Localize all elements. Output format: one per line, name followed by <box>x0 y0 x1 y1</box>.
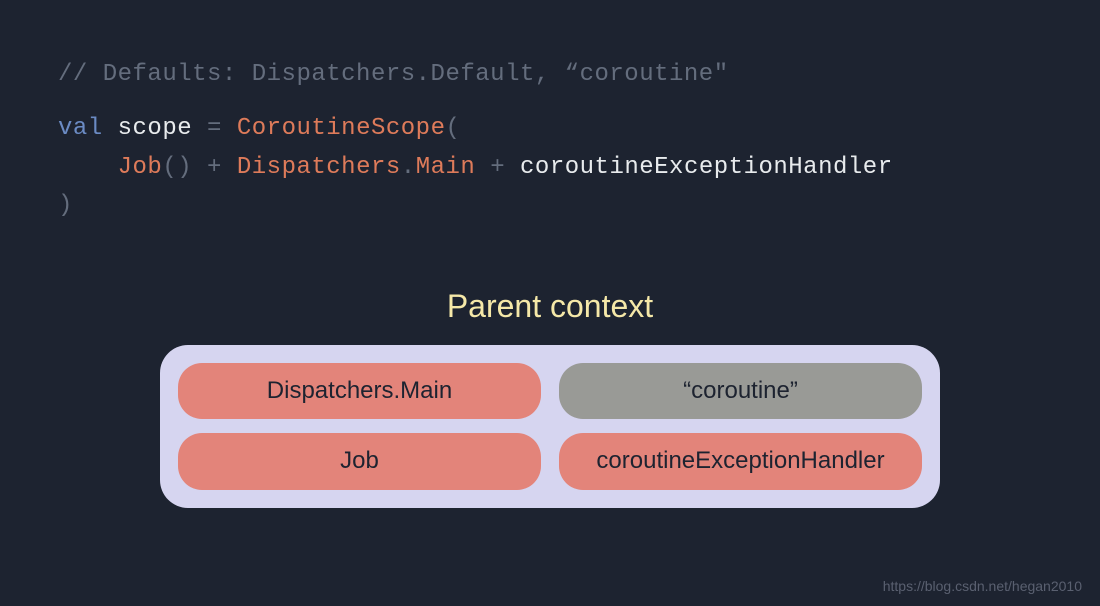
main: Main <box>416 154 476 181</box>
open-paren: ( <box>446 115 461 142</box>
watermark: https://blog.csdn.net/hegan2010 <box>883 578 1082 594</box>
job-parens: () <box>162 154 192 181</box>
diagram-title: Parent context <box>0 288 1100 325</box>
code-block: // Defaults: Dispatchers.Default, “corou… <box>0 0 1100 226</box>
eq-sign: = <box>207 115 222 142</box>
keyword-val: val <box>58 115 103 142</box>
plus-2: + <box>475 154 520 181</box>
code-line-2: val scope = CoroutineScope( <box>58 110 1042 148</box>
dot: . <box>401 154 416 181</box>
pill-job: Job <box>178 433 541 490</box>
dispatchers: Dispatchers <box>237 154 401 181</box>
var-scope: scope <box>103 115 207 142</box>
plus-1: + <box>192 154 237 181</box>
pill-handler: coroutineExceptionHandler <box>559 433 922 490</box>
handler: coroutineExceptionHandler <box>520 154 893 181</box>
code-comment: // Defaults: Dispatchers.Default, “corou… <box>58 56 1042 94</box>
job-call: Job <box>118 154 163 181</box>
code-line-4: ) <box>58 187 1042 225</box>
comment-text: // Defaults: Dispatchers.Default, “corou… <box>58 61 729 88</box>
code-spacer <box>58 94 1042 110</box>
pill-coroutine: “coroutine” <box>559 363 922 420</box>
indent <box>58 154 118 181</box>
code-line-3: Job() + Dispatchers.Main + coroutineExce… <box>58 149 1042 187</box>
ctor-name: CoroutineScope <box>222 115 446 142</box>
pill-dispatchers: Dispatchers.Main <box>178 363 541 420</box>
close-paren: ) <box>58 192 73 219</box>
parent-context-container: Dispatchers.Main “coroutine” Job corouti… <box>160 345 940 509</box>
